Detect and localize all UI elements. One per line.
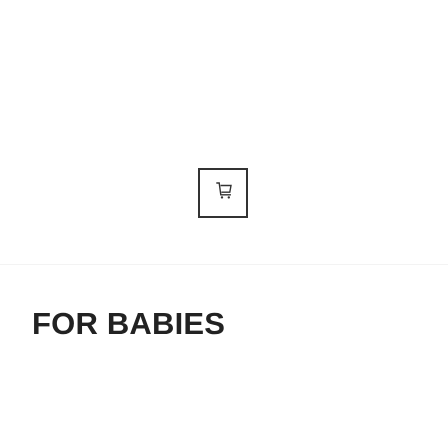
site-header (0, 0, 448, 264)
shopping-cart-icon (216, 182, 232, 199)
cart-icon-wrapper (216, 182, 232, 200)
header-divider (0, 264, 448, 265)
page: FOR BABIES (0, 0, 448, 448)
cart-button[interactable] (198, 168, 248, 218)
section-title: FOR BABIES (32, 306, 226, 341)
